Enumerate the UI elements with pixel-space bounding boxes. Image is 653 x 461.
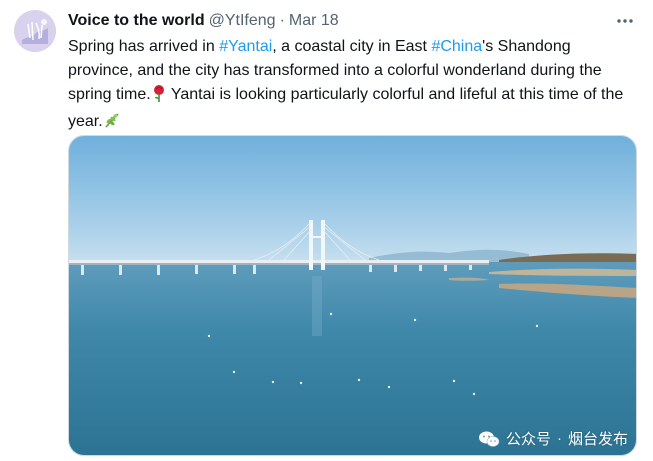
tweet-header: Voice to the world @YtIfeng · Mar 18 (68, 11, 613, 31)
tweet-media[interactable]: 公众号 · 烟台发布 (68, 135, 637, 456)
avatar[interactable] (14, 10, 56, 52)
bridge-photo (69, 136, 636, 455)
hashtag-china[interactable]: #China (431, 38, 482, 55)
media-watermark: 公众号 · 烟台发布 (478, 428, 628, 449)
avatar-image (14, 10, 56, 52)
watermark-separator: · (556, 430, 562, 447)
watermark-account-type: 公众号 (505, 431, 551, 448)
rose-icon (151, 84, 167, 110)
author-handle[interactable]: @YtIfeng (209, 12, 276, 30)
author-display-name[interactable]: Voice to the world (68, 12, 205, 30)
tweet-text: Spring has arrived in #Yantai, a coastal… (68, 35, 633, 137)
herb-icon (103, 111, 121, 137)
more-options-icon[interactable] (615, 11, 635, 31)
tweet-date[interactable]: Mar 18 (289, 12, 339, 30)
watermark-name: 烟台发布 (567, 431, 628, 448)
tweet-text-part: Spring has arrived in (68, 38, 220, 55)
tweet-text-part: , a coastal city in East (272, 38, 432, 55)
header-separator: · (279, 12, 285, 29)
wechat-icon (478, 430, 500, 448)
hashtag-yantai[interactable]: #Yantai (219, 38, 272, 55)
